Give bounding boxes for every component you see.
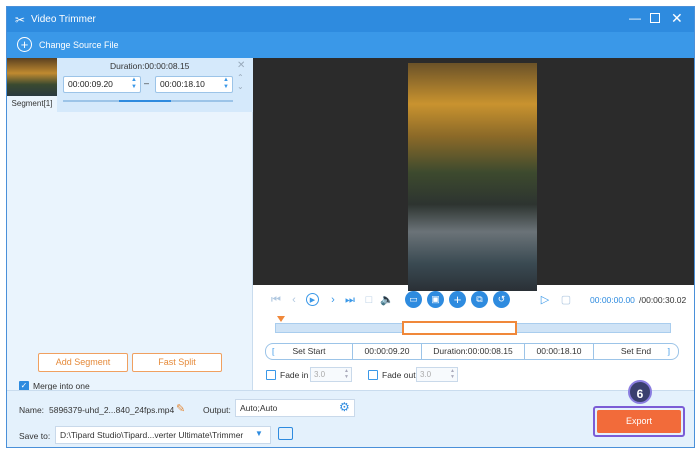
fast-split-button[interactable]: Fast Split [132, 353, 222, 372]
skip-end-icon[interactable]: ⏭ [343, 293, 357, 307]
fade-out-label: Fade out [382, 370, 416, 380]
reorder-icon[interactable]: ⌃ ⌄ [237, 73, 244, 91]
output-format-field[interactable]: Auto;Auto [235, 399, 355, 417]
loop-segment-icon[interactable]: ▢ [559, 293, 573, 307]
set-start-button[interactable]: [ Set Start [265, 343, 353, 360]
plus-circle-icon[interactable]: + [17, 37, 32, 52]
total-time: /00:00:30.02 [639, 295, 687, 305]
stepper-icon[interactable]: ▲ ▼ [223, 77, 229, 91]
video-trimmer-window: ✂ Video Trimmer — ✕ + Change Source File… [6, 6, 695, 448]
fade-out-input[interactable]: 3.0 ▲ ▼ [416, 367, 458, 382]
copy-icon[interactable]: ⧉ [471, 291, 488, 308]
set-end-label: Set End [620, 346, 652, 356]
close-icon[interactable]: ✕ [671, 10, 683, 27]
segment-thumbnail [7, 58, 57, 96]
volume-icon[interactable]: 🔈 [380, 293, 394, 307]
add-segment-button[interactable]: Add Segment [38, 353, 128, 372]
next-frame-icon[interactable]: › [326, 293, 340, 307]
trim-bar: [ Set Start 00:00:09.20 Duration:00:00:0… [265, 343, 681, 360]
trim-start-value: 00:00:09.20 [364, 346, 410, 356]
settings-gear-icon[interactable]: ⚙ [339, 400, 350, 414]
segment-duration: Duration:00:00:08.15 [110, 61, 190, 71]
stop-icon[interactable]: □ [362, 293, 376, 307]
output-format-value: Auto;Auto [240, 403, 278, 413]
save-path-field[interactable]: D:\Tipard Studio\Tipard...verter Ultimat… [55, 426, 271, 444]
snapshot-icon[interactable]: ▣ [427, 291, 444, 308]
edit-name-icon[interactable]: ✎ [176, 402, 185, 415]
step-badge: 6 [628, 380, 652, 404]
trim-duration-value: Duration:00:00:08.15 [433, 346, 513, 356]
playhead-handle[interactable] [277, 316, 285, 322]
trim-duration: Duration:00:00:08.15 [421, 343, 525, 360]
prev-frame-icon[interactable]: ‹ [287, 293, 301, 307]
segment-range-fill [119, 100, 171, 102]
change-source-button[interactable]: Change Source File [39, 40, 119, 50]
fade-in-input[interactable]: 3.0 ▲ ▼ [310, 367, 352, 382]
scissors-icon: ✂ [15, 13, 26, 27]
maximize-icon[interactable] [650, 13, 660, 23]
segment-start-value: 00:00:09.20 [68, 79, 113, 89]
toolbar: + Change Source File [7, 32, 694, 58]
set-start-label: Set Start [292, 346, 326, 356]
delete-segment-icon[interactable]: ✕ [237, 60, 245, 71]
reset-icon[interactable]: ↺ [493, 291, 510, 308]
segment-range-track [63, 100, 233, 102]
dropdown-arrow-icon[interactable]: ▼ [255, 429, 263, 438]
stepper-icon[interactable]: ▲ ▼ [131, 77, 137, 91]
minimize-icon[interactable]: — [629, 11, 641, 25]
play-segment-icon[interactable]: ▷ [538, 293, 552, 307]
add-icon[interactable]: + [449, 291, 466, 308]
timeline-selection[interactable] [401, 321, 517, 335]
stepper-icon[interactable]: ▲ ▼ [344, 368, 349, 380]
segment-dash: – [144, 78, 150, 88]
segment-item[interactable]: Segment[1] Duration:00:00:08.15 00:00:09… [7, 58, 253, 112]
fade-out-value: 3.0 [420, 370, 432, 379]
segment-end-field[interactable]: 00:00:18.10 ▲ ▼ [155, 76, 233, 93]
output-label: Output: [203, 405, 231, 415]
trim-end-field[interactable]: 00:00:18.10 [524, 343, 594, 360]
file-name: 5896379-uhd_2...840_24fps.mp4 [49, 405, 175, 415]
trim-end-value: 00:00:18.10 [536, 346, 582, 356]
trim-start-field[interactable]: 00:00:09.20 [352, 343, 422, 360]
segment-tab-label: Segment[1] [7, 96, 57, 112]
window-title: Video Trimmer [31, 14, 96, 25]
fade-in-label: Fade in [280, 370, 309, 380]
export-button[interactable]: Export [597, 410, 681, 433]
playback-controls: ⏮ ‹ ▶ › ⏭ □ 🔈 ▭ ▣ + ⧉ ↺ ▷ ▢ 00:00:00.00 … [269, 291, 689, 309]
fade-in-value: 3.0 [314, 370, 326, 379]
title-bar: ✂ Video Trimmer — ✕ [7, 7, 694, 32]
fade-out-checkbox[interactable] [368, 370, 378, 380]
segment-end-value: 00:00:18.10 [160, 79, 205, 89]
split-view-icon[interactable]: ▭ [405, 291, 422, 308]
set-end-button[interactable]: Set End ] [593, 343, 679, 360]
current-time: 00:00:00.00 [590, 295, 635, 305]
folder-icon[interactable] [278, 427, 293, 440]
name-label: Name: [19, 405, 45, 415]
video-frame [408, 63, 537, 291]
save-path-value: D:\Tipard Studio\Tipard...verter Ultimat… [60, 430, 244, 440]
video-preview [253, 58, 694, 291]
segment-start-field[interactable]: 00:00:09.20 ▲ ▼ [63, 76, 141, 93]
segment-panel: Segment[1] Duration:00:00:08.15 00:00:09… [7, 58, 253, 391]
fade-in-checkbox[interactable] [266, 370, 276, 380]
skip-start-icon[interactable]: ⏮ [269, 293, 283, 307]
save-to-label: Save to: [19, 431, 51, 441]
stepper-icon[interactable]: ▲ ▼ [450, 368, 455, 380]
output-bar: Name: 5896379-uhd_2...840_24fps.mp4 ✎ Ou… [7, 380, 694, 447]
play-icon[interactable]: ▶ [306, 293, 319, 306]
timeline[interactable] [275, 316, 671, 336]
